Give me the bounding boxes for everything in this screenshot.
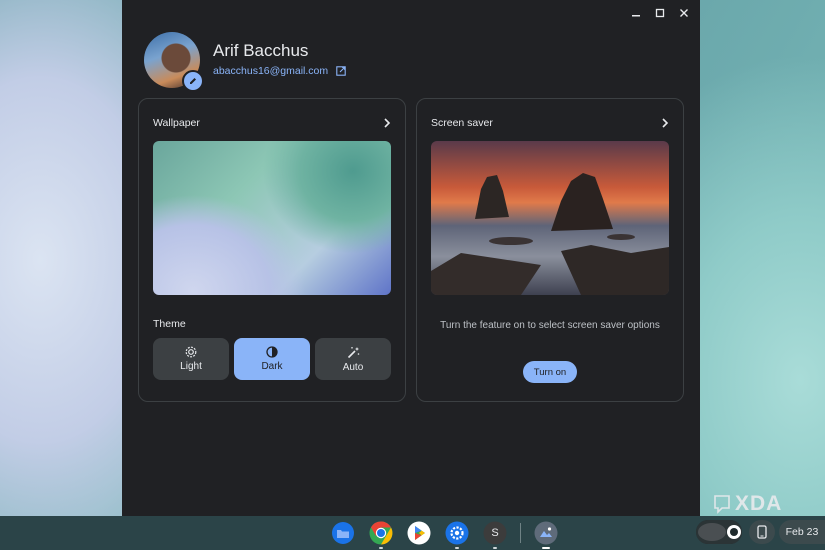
close-button[interactable] bbox=[674, 4, 694, 22]
files-icon bbox=[332, 522, 354, 544]
avatar-edit-button[interactable] bbox=[182, 70, 204, 92]
xda-logo-icon bbox=[714, 495, 730, 514]
magic-wand-icon bbox=[347, 346, 359, 358]
pencil-icon bbox=[190, 78, 196, 84]
personalization-icon bbox=[534, 521, 558, 545]
turn-on-button[interactable]: Turn on bbox=[523, 361, 577, 383]
watermark-text: XDA bbox=[735, 492, 783, 515]
wallpaper-card-title[interactable]: Wallpaper bbox=[153, 117, 200, 129]
shelf-app-settings[interactable] bbox=[444, 520, 470, 549]
open-external-icon[interactable] bbox=[336, 66, 346, 76]
shelf-app-play-store[interactable] bbox=[406, 520, 432, 546]
phone-hub-button[interactable] bbox=[749, 520, 775, 544]
maximize-button[interactable] bbox=[650, 4, 670, 22]
date-tray[interactable]: Feb 23 bbox=[779, 520, 825, 544]
theme-options: Light Dark Auto bbox=[153, 338, 391, 380]
s-app-letter: S bbox=[491, 527, 499, 539]
shelf-app-chrome[interactable] bbox=[368, 520, 394, 549]
wallpaper-preview[interactable] bbox=[153, 141, 391, 295]
running-indicator bbox=[455, 547, 459, 549]
media-thumbnail-icon bbox=[696, 520, 742, 544]
close-icon bbox=[680, 9, 688, 17]
shelf-app-s[interactable]: S bbox=[482, 520, 508, 549]
theme-light-label: Light bbox=[180, 361, 202, 372]
chevron-right-icon[interactable] bbox=[661, 118, 669, 128]
screensaver-card: Screen saver Turn the feature on to sele… bbox=[416, 98, 684, 402]
screensaver-card-title[interactable]: Screen saver bbox=[431, 117, 493, 129]
running-indicator bbox=[493, 547, 497, 549]
theme-label: Theme bbox=[153, 318, 186, 330]
screensaver-preview[interactable] bbox=[431, 141, 669, 295]
xda-watermark: XDA bbox=[713, 492, 782, 516]
theme-light-button[interactable]: Light bbox=[153, 338, 229, 380]
shelf-app-files[interactable] bbox=[330, 520, 356, 546]
user-email-row[interactable]: abacchus16@gmail.com bbox=[213, 65, 346, 77]
maximize-icon bbox=[655, 8, 665, 18]
minimize-icon bbox=[632, 15, 640, 17]
personalization-window: Arif Bacchus abacchus16@gmail.com Wallpa… bbox=[122, 0, 700, 516]
minimize-button[interactable] bbox=[626, 4, 646, 22]
theme-dark-button[interactable]: Dark bbox=[234, 338, 310, 380]
settings-icon bbox=[445, 521, 469, 545]
phone-icon bbox=[757, 525, 767, 539]
brightness-icon bbox=[185, 346, 197, 358]
theme-auto-label: Auto bbox=[342, 361, 364, 373]
play-store-icon bbox=[407, 521, 431, 545]
shelf-app-personalization[interactable] bbox=[533, 520, 559, 549]
chevron-right-icon[interactable] bbox=[383, 118, 391, 128]
contrast-icon bbox=[266, 346, 278, 358]
user-name: Arif Bacchus bbox=[213, 41, 309, 60]
user-email[interactable]: abacchus16@gmail.com bbox=[213, 65, 328, 77]
running-indicator bbox=[542, 547, 550, 549]
system-tray-media[interactable] bbox=[696, 520, 742, 544]
window-controls bbox=[626, 4, 694, 22]
chrome-icon bbox=[369, 521, 393, 545]
sea-stacks-image bbox=[431, 173, 669, 295]
shelf-apps: S bbox=[330, 520, 559, 549]
screensaver-description: Turn the feature on to select screen sav… bbox=[440, 320, 660, 331]
wallpaper-card: Wallpaper Theme Light Dark Auto bbox=[138, 98, 406, 402]
theme-dark-label: Dark bbox=[261, 361, 283, 372]
theme-auto-button[interactable]: Auto bbox=[315, 338, 391, 380]
shelf-separator bbox=[520, 523, 521, 543]
running-indicator bbox=[379, 547, 383, 549]
